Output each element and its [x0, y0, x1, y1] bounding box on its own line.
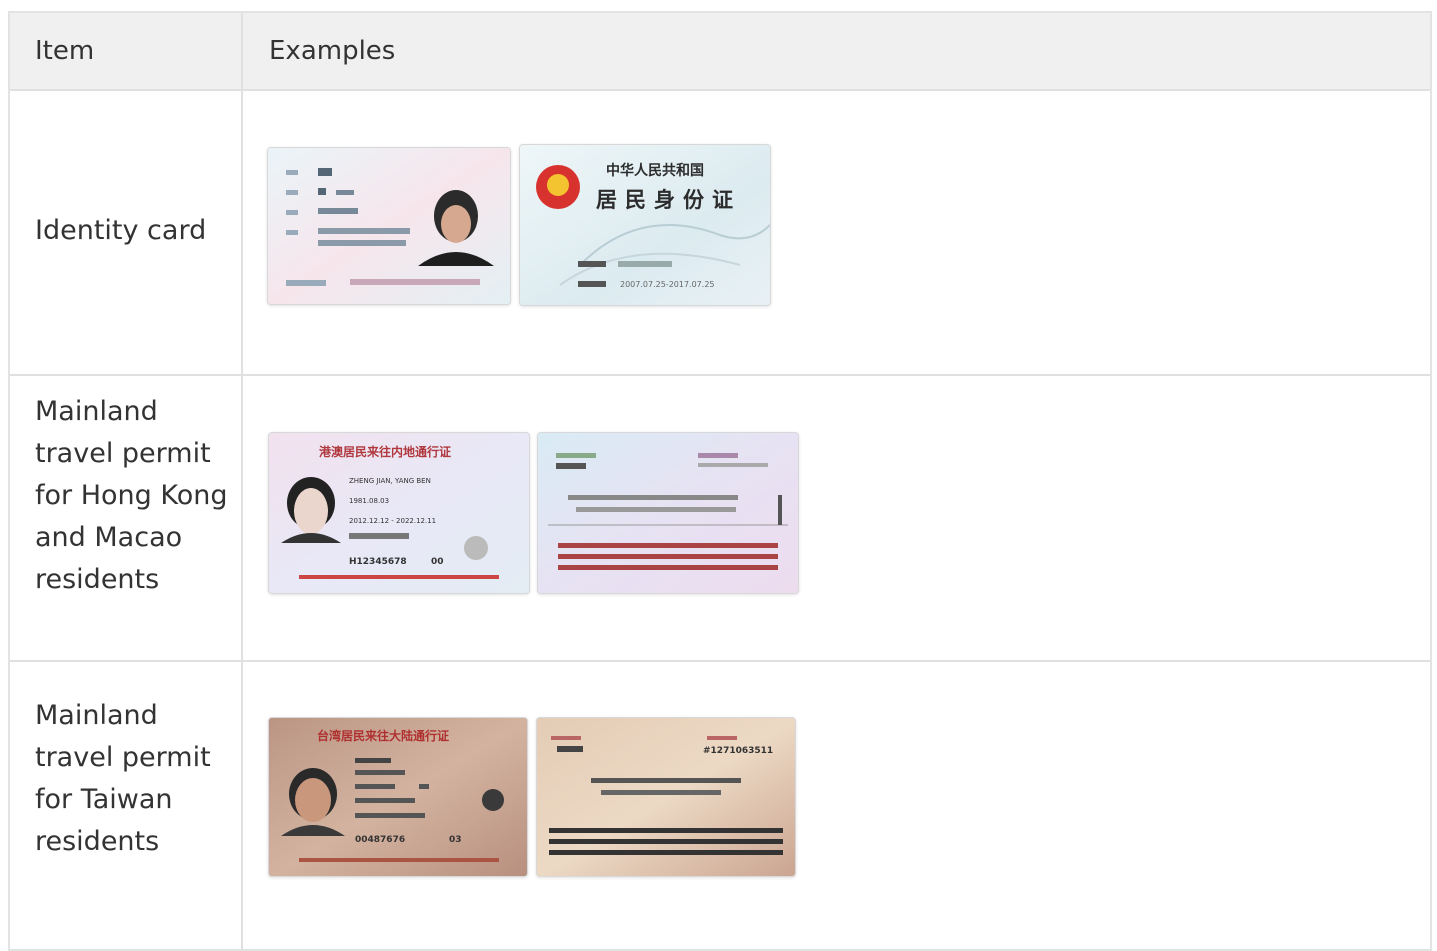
svg-text:00: 00 — [431, 557, 444, 567]
column-divider — [241, 13, 243, 949]
svg-text:00487676: 00487676 — [355, 835, 405, 845]
svg-text:2012.12.12 - 2022.12.11: 2012.12.12 - 2022.12.11 — [349, 517, 436, 525]
row-divider — [10, 374, 1430, 376]
id-card-back-image: 中华人民共和国 居民身份证 2007.07.25-2017.07.25 — [519, 144, 771, 306]
svg-text:03: 03 — [449, 835, 462, 845]
item-label: Mainland travel permit for Hong Kong and… — [35, 396, 228, 595]
item-label: Mainland travel permit for Taiwan reside… — [35, 700, 211, 857]
documents-table: Item Examples Identity card 中华人民共和国 居民身份… — [8, 11, 1432, 951]
svg-text:港澳居民来往内地通行证: 港澳居民来往内地通行证 — [319, 444, 451, 459]
table-header: Item Examples — [10, 13, 1430, 91]
svg-text:台湾居民来往大陆通行证: 台湾居民来往大陆通行证 — [317, 728, 449, 743]
svg-text:居民身份证: 居民身份证 — [596, 187, 741, 212]
svg-text:ZHENG JIAN, YANG BEN: ZHENG JIAN, YANG BEN — [349, 477, 431, 485]
id-card-front-image — [267, 147, 511, 305]
item-label: Identity card — [35, 215, 207, 246]
svg-text:中华人民共和国: 中华人民共和国 — [606, 162, 704, 179]
svg-text:1981.08.03: 1981.08.03 — [349, 497, 389, 505]
svg-text:H12345678: H12345678 — [349, 557, 407, 567]
hk-macao-permit-back-image — [537, 432, 799, 594]
taiwan-permit-front-image: 台湾居民来往大陆通行证 00487676 03 — [268, 717, 528, 877]
hk-macao-permit-front-image: 港澳居民来往内地通行证 ZHENG JIAN, YANG BEN 1981.08… — [268, 432, 530, 594]
svg-text:#1271063511: #1271063511 — [703, 746, 773, 756]
row-divider — [10, 660, 1430, 662]
svg-text:2007.07.25-2017.07.25: 2007.07.25-2017.07.25 — [620, 280, 715, 289]
header-examples: Examples — [269, 36, 396, 66]
header-item: Item — [35, 36, 95, 66]
taiwan-permit-back-image: #1271063511 — [536, 717, 796, 877]
